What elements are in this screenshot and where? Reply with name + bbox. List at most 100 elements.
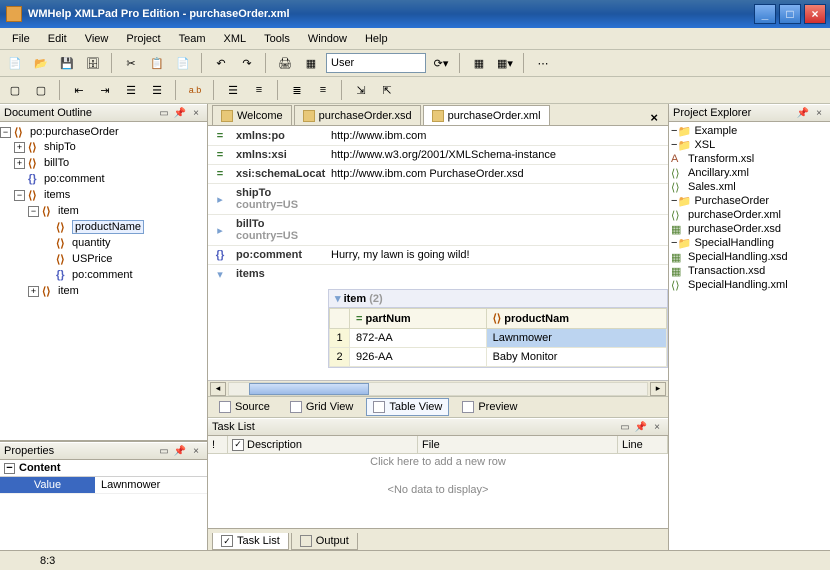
menu-edit[interactable]: Edit — [40, 31, 75, 47]
outline-items[interactable]: items — [44, 189, 70, 201]
close-button[interactable]: × — [804, 4, 826, 24]
outline-usprice[interactable]: USPrice — [72, 253, 112, 265]
grid2-button[interactable]: ▦▾ — [494, 52, 516, 74]
outline-tree[interactable]: −⟨⟩po:purchaseOrder +⟨⟩shipTo +⟨⟩billTo … — [0, 123, 207, 301]
props-row[interactable]: Value Lawnmower — [0, 477, 207, 494]
props-content-hdr[interactable]: Content — [19, 462, 61, 474]
ex-xsl[interactable]: XSL — [694, 139, 715, 151]
menu-xml[interactable]: XML — [216, 31, 255, 47]
btab-tasklist[interactable]: ✓Task List — [212, 533, 289, 550]
cut-button[interactable]: ✂ — [120, 52, 142, 74]
outline-billto[interactable]: billTo — [44, 157, 69, 169]
redo-button[interactable]: ↷ — [236, 52, 258, 74]
save-button[interactable]: 💾 — [56, 52, 78, 74]
outline-comment[interactable]: po:comment — [44, 173, 105, 185]
ex-transform[interactable]: Transform.xsl — [688, 153, 754, 165]
panel-close-icon[interactable]: × — [812, 106, 826, 120]
panel-dock-icon[interactable]: ▭ — [618, 420, 632, 434]
panel-pin-icon[interactable]: 📌 — [173, 444, 187, 458]
minimize-button[interactable]: _ — [754, 4, 776, 24]
align4-button[interactable]: ≡ — [312, 79, 334, 101]
view-table[interactable]: Table View — [366, 398, 449, 416]
menu-file[interactable]: File — [4, 31, 38, 47]
align2-button[interactable]: ≡ — [248, 79, 270, 101]
view-preview[interactable]: Preview — [455, 398, 524, 416]
ex-sales[interactable]: Sales.xml — [688, 181, 736, 193]
tab-close-icon[interactable]: × — [644, 110, 664, 125]
outline-item-1[interactable]: item — [58, 205, 79, 217]
outline-quantity[interactable]: quantity — [72, 237, 111, 249]
collapse-button[interactable]: ⇲ — [350, 79, 372, 101]
tv-schemaloc-val[interactable]: http://www.ibm.com PurchaseOrder.xsd — [327, 165, 668, 183]
panel-close-icon[interactable]: × — [189, 106, 203, 120]
outline-productname[interactable]: productName — [72, 220, 144, 234]
table-row[interactable]: 1 872-AA Lawnmower — [330, 329, 667, 348]
btab-output[interactable]: Output — [291, 533, 358, 550]
col-line[interactable]: Line — [618, 436, 668, 453]
misc-button[interactable]: ⋯ — [532, 52, 554, 74]
panel-pin-icon[interactable]: 📌 — [173, 106, 187, 120]
undo-button[interactable]: ↶ — [210, 52, 232, 74]
list1-button[interactable]: ☰ — [120, 79, 142, 101]
ex-shxsd[interactable]: SpecialHandling.xsd — [688, 251, 788, 263]
col-file[interactable]: File — [418, 436, 618, 453]
ex-ancillary[interactable]: Ancillary.xml — [688, 167, 749, 179]
tv-schemaloc[interactable]: xsi:schemaLocat — [232, 165, 327, 183]
list2-button[interactable]: ☰ — [146, 79, 168, 101]
outline-item-2[interactable]: item — [58, 285, 79, 297]
tab-xml[interactable]: purchaseOrder.xml — [423, 105, 550, 125]
scroll-thumb[interactable] — [249, 383, 369, 395]
align1-button[interactable]: ☰ — [222, 79, 244, 101]
outdent-button[interactable]: ⇤ — [68, 79, 90, 101]
menu-window[interactable]: Window — [300, 31, 355, 47]
schema-button[interactable]: ▦ — [300, 52, 322, 74]
maximize-button[interactable]: □ — [779, 4, 801, 24]
refresh-button[interactable]: ⟳▾ — [430, 52, 452, 74]
scroll-track[interactable] — [228, 382, 648, 396]
outline-shipto[interactable]: shipTo — [44, 141, 76, 153]
menu-help[interactable]: Help — [357, 31, 396, 47]
indent-button[interactable]: ⇥ — [94, 79, 116, 101]
scroll-right-icon[interactable]: ▸ — [650, 382, 666, 396]
cell-partnum-1[interactable]: 872-AA — [350, 329, 487, 348]
col-description[interactable]: ✓Description — [228, 436, 418, 453]
expand-button[interactable]: ⇱ — [376, 79, 398, 101]
grid1-button[interactable]: ▦ — [468, 52, 490, 74]
paste-button[interactable]: 📄 — [172, 52, 194, 74]
ex-shxml[interactable]: SpecialHandling.xml — [688, 279, 788, 291]
saveall-button[interactable]: 🗄 — [82, 52, 104, 74]
tv-xmlnspo[interactable]: xmlns:po — [232, 127, 327, 145]
col-partnum[interactable]: partNum — [365, 313, 410, 325]
items-grid-title[interactable]: item — [344, 293, 367, 305]
ex-root[interactable]: Example — [694, 125, 737, 137]
project-tree[interactable]: −📁Example −📁XSL ΑTransform.xsl ⟨⟩Ancilla… — [669, 122, 830, 550]
ex-poxml[interactable]: purchaseOrder.xml — [688, 209, 781, 221]
ex-trxsd[interactable]: Transaction.xsd — [688, 265, 765, 277]
ab-button[interactable]: a.b — [184, 79, 206, 101]
cell-product-1[interactable]: Lawnmower — [486, 329, 666, 348]
new-button[interactable]: 📄 — [4, 52, 26, 74]
panel-dock-icon[interactable]: ▭ — [157, 444, 171, 458]
ex-sh[interactable]: SpecialHandling — [694, 237, 774, 249]
panel-dock-icon[interactable]: ▭ — [157, 106, 171, 120]
ex-po[interactable]: PurchaseOrder — [694, 195, 769, 207]
t2-btn1[interactable]: ▢ — [4, 79, 26, 101]
t2-btn2[interactable]: ▢ — [30, 79, 52, 101]
menu-team[interactable]: Team — [171, 31, 214, 47]
tv-pocomment[interactable]: po:comment — [232, 246, 327, 264]
view-source[interactable]: Source — [212, 398, 277, 416]
align3-button[interactable]: ≣ — [286, 79, 308, 101]
view-grid[interactable]: Grid View — [283, 398, 360, 416]
tv-xmlnsxsi-val[interactable]: http://www.w3.org/2001/XMLSchema-instanc… — [327, 146, 668, 164]
panel-close-icon[interactable]: × — [189, 444, 203, 458]
col-priority[interactable]: ! — [208, 436, 228, 453]
ex-poxsd[interactable]: purchaseOrder.xsd — [688, 223, 781, 235]
tv-billto[interactable]: billTo — [236, 218, 265, 230]
outline-root[interactable]: po:purchaseOrder — [30, 126, 119, 138]
table-row[interactable]: 2 926-AA Baby Monitor — [330, 348, 667, 367]
tv-shipto[interactable]: shipTo — [236, 187, 271, 199]
tv-items[interactable]: items — [232, 265, 327, 283]
cell-product-2[interactable]: Baby Monitor — [486, 348, 666, 367]
copy-button[interactable]: 📋 — [146, 52, 168, 74]
panel-pin-icon[interactable]: 📌 — [634, 420, 648, 434]
